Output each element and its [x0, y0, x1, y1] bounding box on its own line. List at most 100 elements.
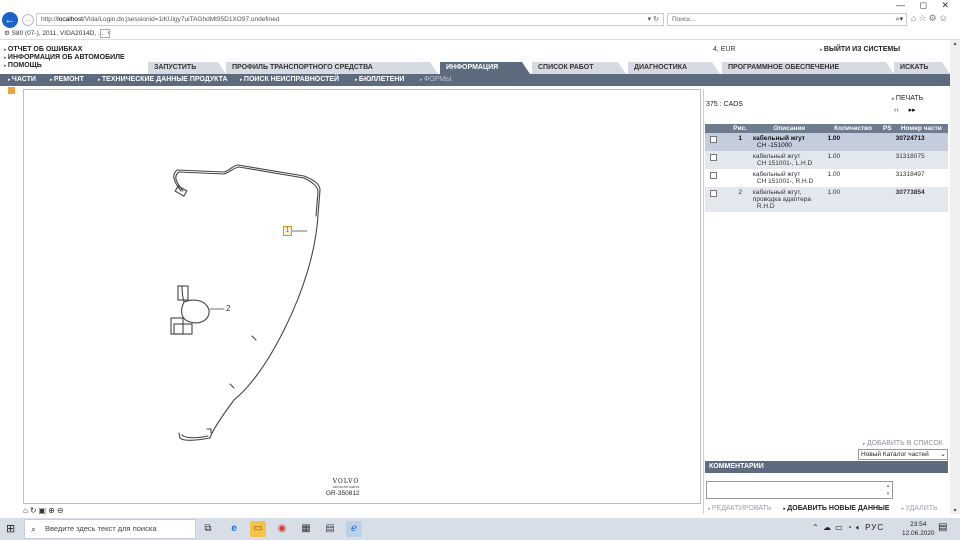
- minimize-icon[interactable]: —: [896, 0, 905, 10]
- tab-information[interactable]: ИНФОРМАЦИЯ: [440, 62, 530, 74]
- print-link[interactable]: ПЕЧАТЬ: [892, 95, 923, 102]
- col-part-number[interactable]: Номер части: [894, 124, 948, 133]
- pager-next-icon[interactable]: ▸▸: [909, 107, 916, 114]
- expand-panel-icon[interactable]: [8, 87, 15, 94]
- notification-icon[interactable]: ▤: [938, 522, 947, 533]
- pager-prev-icon[interactable]: ‹‹: [894, 107, 899, 114]
- tab-software[interactable]: ПРОГРАММНОЕ ОБЕСПЕЧЕНИЕ: [722, 62, 894, 74]
- comment-scrollbar[interactable]: ▴ ▾: [884, 482, 892, 498]
- system-tray[interactable]: ⌃ ☁ ▭ ◔ 🔈︎ РУС: [812, 523, 884, 533]
- add-to-list-link[interactable]: ДОБАВИТЬ В СПИСОК: [863, 440, 943, 447]
- tab-work-list[interactable]: СПИСОК РАБОТ: [532, 62, 626, 74]
- maximize-icon[interactable]: ◻: [920, 0, 927, 10]
- chrome-browser-icon[interactable]: ◉: [274, 521, 290, 537]
- smiley-feedback-icon[interactable]: ☺: [939, 13, 950, 23]
- subnav-forms[interactable]: ФОРМЫ: [420, 74, 451, 86]
- row-checkbox[interactable]: [710, 190, 717, 197]
- app-window-icon[interactable]: ▤: [322, 521, 338, 537]
- col-quantity[interactable]: Количество: [826, 124, 880, 133]
- tab-search[interactable]: ИСКАТЬ: [894, 62, 950, 74]
- refresh-icon[interactable]: ▾ ↻: [648, 14, 659, 25]
- tray-battery-icon[interactable]: ▭: [835, 523, 844, 532]
- zoom-in-icon[interactable]: ⊕: [48, 506, 57, 515]
- row-part-number[interactable]: 31318075: [894, 151, 948, 169]
- col-description[interactable]: Описание: [751, 124, 827, 133]
- close-icon[interactable]: ✕: [942, 0, 950, 10]
- tray-wifi-icon[interactable]: ◔: [847, 523, 853, 532]
- row-part-number[interactable]: 31318497: [894, 169, 948, 187]
- new-tab-button[interactable]: [100, 29, 110, 38]
- internet-explorer-icon[interactable]: ℯ: [346, 521, 362, 537]
- subnav-repair[interactable]: РЕМОНТ: [50, 74, 84, 86]
- tray-volume-icon[interactable]: 🔈︎: [856, 523, 862, 532]
- favorites-star-icon[interactable]: ☆: [918, 13, 928, 23]
- row-checkbox[interactable]: [710, 172, 717, 179]
- settings-gear-icon[interactable]: ⚙: [929, 13, 939, 23]
- browser-toolbar-icons[interactable]: ⌂☆⚙☺: [911, 13, 950, 24]
- comment-textarea[interactable]: ▴ ▾: [706, 481, 893, 499]
- row-description: кабельный жгут CH -151000: [751, 133, 827, 151]
- search-icon[interactable]: ⌕▾: [896, 14, 903, 25]
- row-part-number[interactable]: 30773854: [894, 187, 948, 212]
- calculator-icon[interactable]: ▦: [298, 521, 314, 537]
- tray-language[interactable]: РУС: [865, 523, 884, 532]
- edit-button[interactable]: РЕДАКТИРОВАТЬ: [708, 505, 771, 512]
- zoom-out-icon[interactable]: ⊖: [57, 506, 66, 515]
- delete-button[interactable]: УДАЛИТЬ: [902, 505, 938, 512]
- forward-arrow-icon[interactable]: →: [22, 14, 34, 26]
- subnav-tech-data[interactable]: ТЕХНИЧЕСКИЕ ДАННЫЕ ПРОДУКТА: [98, 74, 228, 86]
- menu-link-error-report[interactable]: ОТЧЕТ ОБ ОШИБКАХ: [4, 46, 125, 54]
- menu-link-vehicle-info[interactable]: ИНФОРМАЦИЯ ОБ АВТОМОБИЛЕ: [4, 54, 125, 62]
- parts-table-row[interactable]: кабельный жгут CH 151001-, R.H.D 1.00 31318…: [705, 169, 948, 187]
- task-view-icon[interactable]: ⧉: [200, 521, 216, 537]
- edge-browser-icon[interactable]: e: [226, 521, 242, 537]
- browser-search-input[interactable]: Поиск... ⌕▾: [667, 13, 907, 26]
- add-new-data-button[interactable]: ДОБАВИТЬ НОВЫЕ ДАННЫЕ: [783, 505, 889, 512]
- parts-table-row[interactable]: 1 кабельный жгут CH -151000 1.00 30724713: [705, 133, 948, 151]
- parts-table-row[interactable]: 2 кабельный жгут, проводка адаптера R.H.D 1…: [705, 187, 948, 212]
- taskbar-clock[interactable]: 23:54 12.06.2020: [902, 520, 935, 538]
- col-ps[interactable]: PS: [879, 124, 895, 133]
- row-ps: [879, 169, 895, 187]
- logout-link[interactable]: ВЫЙТИ ИЗ СИСТЕМЫ: [820, 46, 900, 53]
- address-bar[interactable]: http://localhost/Vida/Login.do;jsessioni…: [36, 13, 664, 26]
- tab-diagnostics[interactable]: ДИАГНОСТИКА: [628, 62, 720, 74]
- menu-link-help[interactable]: ПОМОЩЬ: [4, 62, 125, 70]
- parts-drawing-pane[interactable]: [23, 89, 701, 504]
- row-select-cell[interactable]: [705, 169, 729, 187]
- row-part-number[interactable]: 30724713: [894, 133, 948, 151]
- tab-vehicle-profile[interactable]: ПРОФИЛЬ ТРАНСПОРТНОГО СРЕДСТВА: [226, 62, 438, 74]
- window-controls[interactable]: — ◻ ✕: [896, 0, 949, 11]
- panel-divider[interactable]: [703, 89, 704, 514]
- page-scrollbar[interactable]: ▴ ▾: [950, 40, 960, 514]
- url-prefix: http://: [41, 16, 58, 23]
- row-checkbox[interactable]: [710, 136, 717, 143]
- subnav-bulletins[interactable]: БЮЛЛЕТЕНИ: [355, 74, 405, 86]
- callout-2[interactable]: 2: [226, 304, 230, 313]
- row-select-cell[interactable]: [705, 187, 729, 212]
- row-select-cell[interactable]: [705, 133, 729, 151]
- browser-tab[interactable]: ⚙ S80 (07-), 2011, VIDA2014D, ... ×: [4, 29, 111, 37]
- subnav-parts[interactable]: ЧАСТИ: [8, 74, 36, 86]
- scroll-down-icon[interactable]: ▾: [950, 507, 960, 514]
- refresh-view-icon[interactable]: ↻: [30, 506, 39, 515]
- back-arrow-icon[interactable]: ←: [2, 12, 18, 28]
- tray-network-icon[interactable]: ☁: [823, 523, 832, 532]
- catalog-select[interactable]: Новый Каталог частей ⌄: [858, 449, 948, 460]
- subnav-troubleshooting[interactable]: ПОИСК НЕИСПРАВНОСТЕЙ: [240, 74, 339, 86]
- parts-table-row[interactable]: кабельный жгут CH 151001-, L.H.D 1.00 31318…: [705, 151, 948, 169]
- callout-1[interactable]: 1: [283, 226, 292, 236]
- col-fig[interactable]: Рис.: [728, 124, 752, 133]
- taskbar-search-input[interactable]: ⌕ Введите здесь текст для поиска: [24, 519, 196, 539]
- row-select-cell[interactable]: [705, 151, 729, 169]
- print-drawing-icon[interactable]: ▣: [39, 506, 49, 515]
- scroll-up-icon[interactable]: ▴: [950, 40, 960, 47]
- row-checkbox[interactable]: [710, 154, 717, 161]
- file-explorer-icon[interactable]: ▭: [250, 521, 266, 537]
- home-view-icon[interactable]: ⌂: [23, 506, 30, 515]
- tray-chevron-icon[interactable]: ⌃: [812, 523, 820, 532]
- tab-launch[interactable]: ЗАПУСТИТЬ: [148, 62, 226, 74]
- currency-indicator: 4, EUR: [713, 46, 736, 53]
- chevron-down-icon[interactable]: ⌄: [940, 450, 946, 459]
- windows-start-icon[interactable]: ⊞: [6, 522, 15, 535]
